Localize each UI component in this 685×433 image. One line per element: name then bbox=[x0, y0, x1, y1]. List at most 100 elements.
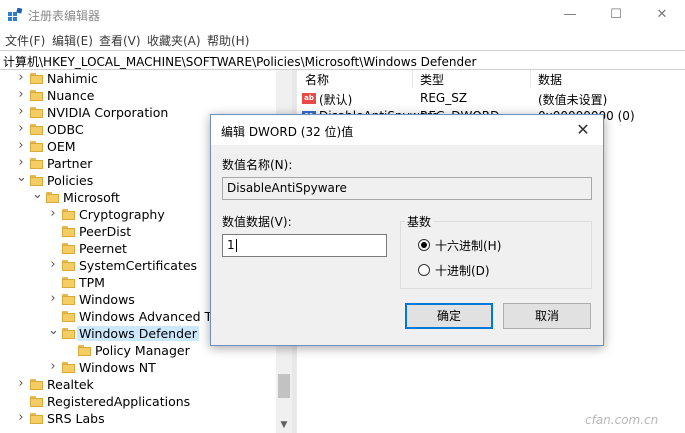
folder-icon bbox=[30, 90, 43, 101]
tree-item-label[interactable]: Policies bbox=[47, 173, 93, 188]
menu-edit[interactable]: 编辑(E) bbox=[52, 32, 93, 49]
radio-checked-icon[interactable] bbox=[418, 239, 430, 251]
collapse-arrow-icon[interactable]: ⌄ bbox=[48, 323, 59, 338]
column-divider[interactable] bbox=[412, 70, 413, 88]
expand-arrow-icon[interactable]: › bbox=[16, 376, 26, 391]
expand-arrow-icon[interactable]: › bbox=[48, 291, 58, 306]
expand-arrow-icon[interactable]: › bbox=[48, 257, 58, 272]
tree-item-label[interactable]: TPM bbox=[79, 275, 105, 290]
minimize-button[interactable]: — bbox=[547, 0, 593, 30]
folder-icon bbox=[30, 124, 43, 135]
scroll-down-arrow-icon[interactable]: ▼ bbox=[276, 417, 292, 433]
expand-arrow-icon[interactable]: › bbox=[16, 138, 26, 153]
maximize-button[interactable]: ☐ bbox=[593, 0, 639, 30]
folder-icon bbox=[30, 175, 43, 186]
cancel-button[interactable]: 取消 bbox=[503, 303, 591, 329]
folder-icon bbox=[62, 260, 75, 271]
tree-item-label[interactable]: OEM bbox=[47, 139, 76, 154]
tree-item-label[interactable]: Windows Defender bbox=[77, 326, 199, 341]
tree-item-label[interactable]: Cryptography bbox=[79, 207, 165, 222]
tree-item[interactable]: › SRS Labs bbox=[0, 410, 292, 428]
close-icon[interactable]: ✕ bbox=[571, 119, 595, 141]
title-bar: 注册表编辑器 — ☐ ✕ bbox=[0, 0, 685, 30]
folder-icon bbox=[30, 413, 43, 424]
folder-icon bbox=[30, 73, 43, 84]
tree-item-label[interactable]: Policy Manager bbox=[95, 343, 190, 358]
menu-favorites[interactable]: 收藏夹(A) bbox=[147, 32, 201, 49]
dialog-title: 编辑 DWORD (32 位)值 bbox=[221, 125, 354, 139]
tree-item-label[interactable]: Realtek bbox=[47, 377, 94, 392]
close-window-button[interactable]: ✕ bbox=[639, 0, 685, 30]
column-header-name[interactable]: 名称 bbox=[305, 71, 329, 88]
menu-help[interactable]: 帮助(H) bbox=[207, 32, 249, 49]
folder-icon bbox=[62, 294, 75, 305]
tree-item[interactable]: › Windows NT bbox=[0, 359, 292, 377]
folder-icon bbox=[62, 243, 75, 254]
folder-icon bbox=[30, 107, 43, 118]
ok-button[interactable]: 确定 bbox=[405, 303, 493, 329]
menu-bar: 文件(F) 编辑(E) 查看(V) 收藏夹(A) 帮助(H) bbox=[0, 30, 685, 50]
column-header-type[interactable]: 类型 bbox=[420, 71, 444, 88]
folder-icon bbox=[62, 209, 75, 220]
window-title: 注册表编辑器 bbox=[28, 9, 101, 23]
folder-icon bbox=[62, 311, 75, 322]
radio-unchecked-icon[interactable] bbox=[418, 264, 430, 276]
expand-arrow-icon[interactable]: › bbox=[48, 206, 58, 221]
expand-arrow-icon[interactable]: › bbox=[16, 70, 26, 85]
list-row[interactable]: ab (默认) REG_SZ (数值未设置) bbox=[297, 90, 685, 108]
tree-scrollbar-thumb[interactable] bbox=[278, 374, 290, 398]
tree-item[interactable]: › Nuance bbox=[0, 87, 292, 105]
expand-arrow-icon[interactable]: › bbox=[16, 121, 26, 136]
expand-arrow-icon[interactable]: › bbox=[16, 155, 26, 170]
expand-arrow-icon[interactable]: › bbox=[16, 87, 26, 102]
tree-item[interactable]: › Nahimic bbox=[0, 70, 292, 88]
tree-item-label[interactable]: SRS Labs bbox=[47, 411, 105, 426]
folder-icon bbox=[62, 328, 75, 339]
tree-item-label[interactable]: Nahimic bbox=[47, 71, 98, 86]
menu-view[interactable]: 查看(V) bbox=[99, 32, 141, 49]
folder-icon bbox=[30, 141, 43, 152]
value-name: (默认) bbox=[319, 93, 353, 107]
folder-icon bbox=[30, 379, 43, 390]
address-bar[interactable]: 计算机\HKEY_LOCAL_MACHINE\SOFTWARE\Policies… bbox=[0, 50, 685, 70]
tree-item[interactable]: RegisteredApplications bbox=[0, 394, 292, 411]
tree-item[interactable]: › Realtek bbox=[0, 376, 292, 394]
tree-item-label[interactable]: Windows bbox=[79, 292, 135, 307]
value-data: (数值未设置) bbox=[538, 93, 608, 107]
value-data-text: 1 bbox=[227, 238, 235, 252]
tree-item-label[interactable]: Nuance bbox=[47, 88, 94, 103]
tree-item-label[interactable]: RegisteredApplications bbox=[47, 394, 190, 409]
tree-item-label[interactable]: PeerDist bbox=[79, 224, 131, 239]
folder-icon bbox=[62, 226, 75, 237]
folder-icon bbox=[30, 396, 43, 407]
watermark: cfan.com.cn bbox=[585, 413, 659, 427]
column-divider[interactable] bbox=[530, 70, 531, 88]
expand-arrow-icon[interactable]: › bbox=[16, 104, 26, 119]
tree-item-label[interactable]: Microsoft bbox=[63, 190, 120, 205]
tree-item-label[interactable]: Partner bbox=[47, 156, 92, 171]
tree-item-label[interactable]: SystemCertificates bbox=[79, 258, 197, 273]
radix-label: 基数 bbox=[405, 213, 434, 230]
tree-item-label[interactable]: Windows NT bbox=[79, 360, 156, 375]
radio-label-hex[interactable]: 十六进制(H) bbox=[435, 237, 501, 254]
folder-icon bbox=[78, 345, 91, 356]
registry-editor-icon bbox=[8, 8, 22, 21]
expand-arrow-icon[interactable]: › bbox=[16, 410, 26, 425]
tree-item-label[interactable]: Peernet bbox=[79, 241, 127, 256]
menu-file[interactable]: 文件(F) bbox=[5, 32, 45, 49]
edit-dword-dialog: 编辑 DWORD (32 位)值 ✕ 数值名称(N): DisableAntiS… bbox=[210, 114, 604, 346]
collapse-arrow-icon[interactable]: ⌄ bbox=[16, 170, 27, 185]
column-header-data[interactable]: 数据 bbox=[538, 71, 562, 88]
collapse-arrow-icon[interactable]: ⌄ bbox=[32, 187, 43, 202]
address-path[interactable]: 计算机\HKEY_LOCAL_MACHINE\SOFTWARE\Policies… bbox=[3, 53, 476, 70]
expand-arrow-icon[interactable]: › bbox=[48, 359, 58, 374]
radix-group bbox=[400, 221, 592, 289]
tree-item-label[interactable]: NVIDIA Corporation bbox=[47, 105, 168, 120]
value-data-input[interactable]: 1 bbox=[222, 234, 387, 257]
value-type: REG_SZ bbox=[420, 91, 468, 105]
folder-icon bbox=[62, 362, 75, 373]
radio-label-decimal[interactable]: 十进制(D) bbox=[435, 262, 490, 279]
folder-icon bbox=[30, 158, 43, 169]
dialog-title-bar: 编辑 DWORD (32 位)值 ✕ bbox=[211, 115, 603, 145]
tree-item-label[interactable]: ODBC bbox=[47, 122, 84, 137]
